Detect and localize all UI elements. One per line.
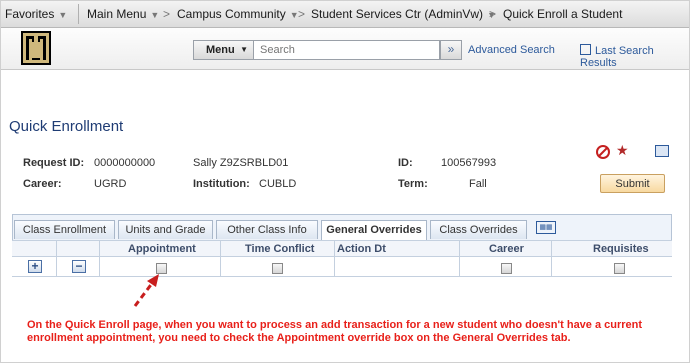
student-services-menu[interactable]: Student Services Ctr (AdminVw) ▼ bbox=[311, 0, 496, 28]
tab-general-overrides[interactable]: General Overrides bbox=[321, 220, 427, 240]
cancel-icon[interactable] bbox=[596, 145, 610, 159]
breadcrumb-separator-icon: > bbox=[163, 7, 171, 21]
student-name: Sally Z9ZSRBLD01 bbox=[193, 157, 289, 169]
column-header-requisites: Requisites bbox=[593, 243, 649, 255]
chevron-down-icon: ▼ bbox=[150, 10, 160, 20]
term-label: Term: bbox=[398, 178, 428, 190]
main-menu[interactable]: Main Menu ▼ bbox=[87, 0, 159, 28]
search-input[interactable] bbox=[253, 40, 440, 60]
career-label: Career: bbox=[23, 178, 62, 190]
career-checkbox[interactable] bbox=[501, 263, 512, 274]
tab-other-class-info[interactable]: Other Class Info bbox=[216, 220, 318, 239]
table-row bbox=[12, 257, 672, 277]
appointment-checkbox[interactable] bbox=[156, 263, 167, 274]
column-divider bbox=[551, 240, 552, 277]
delete-row-button[interactable]: − bbox=[72, 260, 86, 273]
submit-button[interactable]: Submit bbox=[600, 174, 665, 193]
institution-label: Institution: bbox=[193, 178, 250, 190]
column-header-career: Career bbox=[489, 243, 524, 255]
divider bbox=[78, 4, 79, 24]
column-divider bbox=[56, 240, 57, 277]
institution-value: CUBLD bbox=[259, 178, 297, 190]
career-value: UGRD bbox=[94, 178, 127, 190]
annotation-note: On the Quick Enroll page, when you want … bbox=[27, 319, 643, 344]
breadcrumb-separator-icon: > bbox=[298, 7, 306, 21]
advanced-search-link[interactable]: Advanced Search bbox=[468, 44, 555, 56]
breadcrumb-current: Quick Enroll a Student bbox=[503, 7, 623, 21]
last-search-results-link[interactable]: Last Search Results bbox=[580, 44, 690, 69]
search-go-button[interactable]: » bbox=[440, 40, 462, 60]
favorites-menu[interactable]: Favorites ▼ bbox=[5, 0, 67, 28]
list-icon bbox=[580, 44, 591, 55]
term-value: Fall bbox=[469, 178, 487, 190]
column-divider bbox=[220, 240, 221, 277]
column-divider bbox=[459, 240, 460, 277]
add-row-button[interactable]: + bbox=[28, 260, 42, 273]
chevron-down-icon: ▼ bbox=[240, 45, 248, 54]
tab-class-enrollment[interactable]: Class Enrollment bbox=[14, 220, 115, 239]
chevron-down-icon: ▼ bbox=[58, 10, 68, 20]
column-header-action-dt: Action Dt bbox=[337, 243, 386, 255]
id-label: ID: bbox=[398, 157, 413, 169]
request-id-value: 0000000000 bbox=[94, 157, 156, 169]
time-conflict-checkbox[interactable] bbox=[272, 263, 283, 274]
column-header-time-conflict: Time Conflict bbox=[245, 243, 315, 255]
favorite-star-icon[interactable]: ★ bbox=[616, 142, 629, 159]
page-title: Quick Enrollment bbox=[9, 118, 124, 135]
breadcrumb-separator-icon: > bbox=[489, 7, 497, 21]
tab-class-overrides[interactable]: Class Overrides bbox=[430, 220, 527, 239]
id-value: 100567993 bbox=[441, 157, 497, 169]
campus-community-menu[interactable]: Campus Community ▼ bbox=[177, 0, 299, 28]
column-divider bbox=[99, 240, 100, 277]
cu-logo bbox=[21, 31, 51, 65]
menu-dropdown-button[interactable]: Menu ▼ bbox=[193, 40, 253, 60]
request-id-label: Request ID: bbox=[23, 157, 85, 169]
print-icon[interactable] bbox=[655, 145, 669, 157]
show-all-columns-icon[interactable]: ▦▦ bbox=[536, 221, 556, 234]
column-header-appointment: Appointment bbox=[128, 243, 196, 255]
requisites-checkbox[interactable] bbox=[614, 263, 625, 274]
column-divider bbox=[334, 240, 335, 277]
tab-units-and-grade[interactable]: Units and Grade bbox=[118, 220, 213, 239]
